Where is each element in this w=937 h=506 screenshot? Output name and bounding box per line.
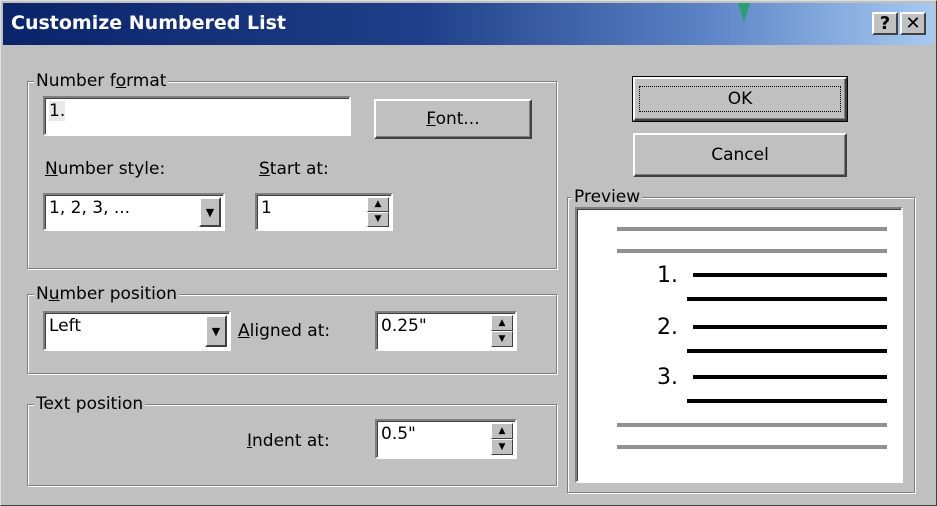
start-at-label: Start at: (259, 159, 329, 179)
title-bar[interactable]: Customize Numbered List ? ✕ (3, 3, 934, 45)
preview-line (693, 325, 887, 329)
preview-line (617, 249, 887, 253)
close-button[interactable]: ✕ (900, 12, 926, 35)
preview-line (617, 423, 887, 427)
spin-down-icon[interactable]: ▼ (491, 439, 513, 455)
number-format-input[interactable]: 1. (43, 96, 351, 136)
help-button[interactable]: ? (872, 12, 898, 35)
aligned-at-spinner[interactable]: 0.25" ▲ ▼ (375, 311, 517, 351)
preview-number-2: 2. (657, 315, 678, 340)
dropdown-arrow-icon[interactable]: ▼ (199, 197, 221, 227)
preview-line (617, 227, 887, 231)
start-at-spinner[interactable]: 1 ▲ ▼ (255, 193, 393, 231)
spin-up-icon[interactable]: ▲ (491, 423, 513, 439)
customize-numbered-list-dialog: Customize Numbered List ? ✕ Number forma… (0, 0, 937, 506)
preview-legend: Preview (572, 187, 643, 207)
preview-line (687, 349, 887, 353)
spin-up-icon[interactable]: ▲ (491, 315, 513, 331)
spin-up-icon[interactable]: ▲ (367, 197, 389, 212)
preview-line (687, 297, 887, 301)
font-button[interactable]: Font... (374, 99, 532, 139)
indent-at-label: Indent at: (247, 431, 330, 451)
aligned-at-label: Aligned at: (238, 321, 331, 341)
preview-number-3: 3. (657, 365, 678, 390)
ok-button[interactable]: OK (632, 76, 848, 122)
indent-at-spinner[interactable]: 0.5" ▲ ▼ (375, 419, 517, 459)
preview-number-1: 1. (657, 263, 678, 288)
number-style-label: Number style: (45, 159, 166, 179)
preview-line (687, 399, 887, 403)
number-alignment-select[interactable]: Left ▼ (43, 311, 231, 351)
number-format-legend: Number format (34, 71, 169, 91)
preview-line (693, 375, 887, 379)
number-position-legend: Number position (34, 284, 180, 304)
number-style-select[interactable]: 1, 2, 3, ... ▼ (43, 193, 225, 231)
dropdown-arrow-icon[interactable]: ▼ (205, 315, 227, 347)
preview-pane: 1. 2. 3. (575, 207, 903, 483)
cursor-pointer-icon (738, 3, 750, 23)
spin-down-icon[interactable]: ▼ (491, 331, 513, 347)
cancel-button[interactable]: Cancel (633, 133, 847, 177)
text-position-legend: Text position (34, 394, 146, 414)
spin-down-icon[interactable]: ▼ (367, 212, 389, 227)
dialog-title: Customize Numbered List (11, 12, 286, 34)
preview-line (617, 445, 887, 449)
preview-line (693, 273, 887, 277)
